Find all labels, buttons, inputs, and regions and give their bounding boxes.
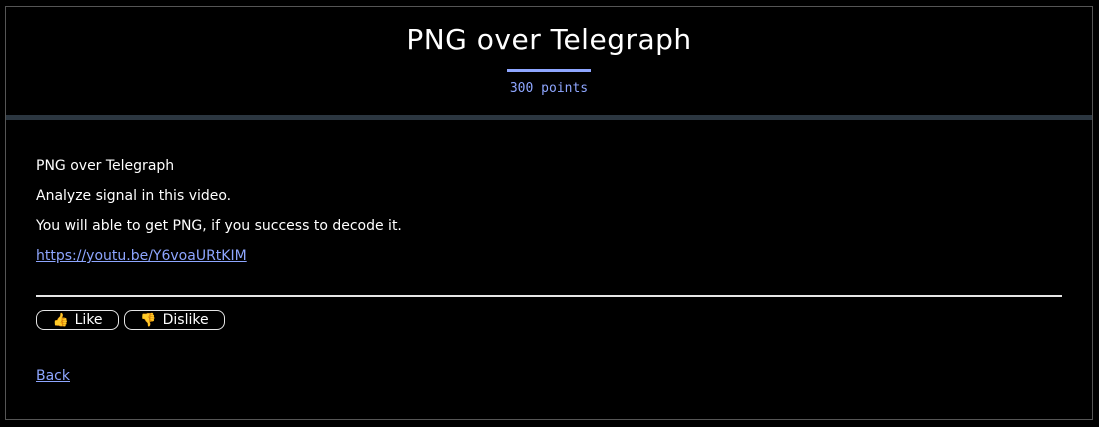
like-button[interactable]: 👍 Like xyxy=(36,310,119,330)
video-link[interactable]: https://youtu.be/Y6voaURtKIM xyxy=(36,248,247,264)
thumbs-down-icon: 👎 xyxy=(140,312,157,328)
description-line: You will able to get PNG, if you success… xyxy=(36,218,402,234)
thumbs-up-icon: 👍 xyxy=(52,312,69,328)
like-label: Like xyxy=(74,312,103,328)
challenge-header: PNG over Telegraph 300 points xyxy=(6,7,1092,115)
content-divider xyxy=(36,295,1062,297)
dislike-label: Dislike xyxy=(162,312,209,328)
challenge-title: PNG over Telegraph xyxy=(406,23,692,56)
description-line: Analyze signal in this video. xyxy=(36,188,232,204)
challenge-panel: PNG over Telegraph 300 points PNG over T… xyxy=(5,6,1093,420)
back-link[interactable]: Back xyxy=(36,368,70,384)
dislike-button[interactable]: 👎 Dislike xyxy=(124,310,225,330)
header-divider xyxy=(6,115,1092,120)
description-line: PNG over Telegraph xyxy=(36,158,175,174)
challenge-points: 300 points xyxy=(509,81,589,96)
points-underline xyxy=(507,69,591,72)
